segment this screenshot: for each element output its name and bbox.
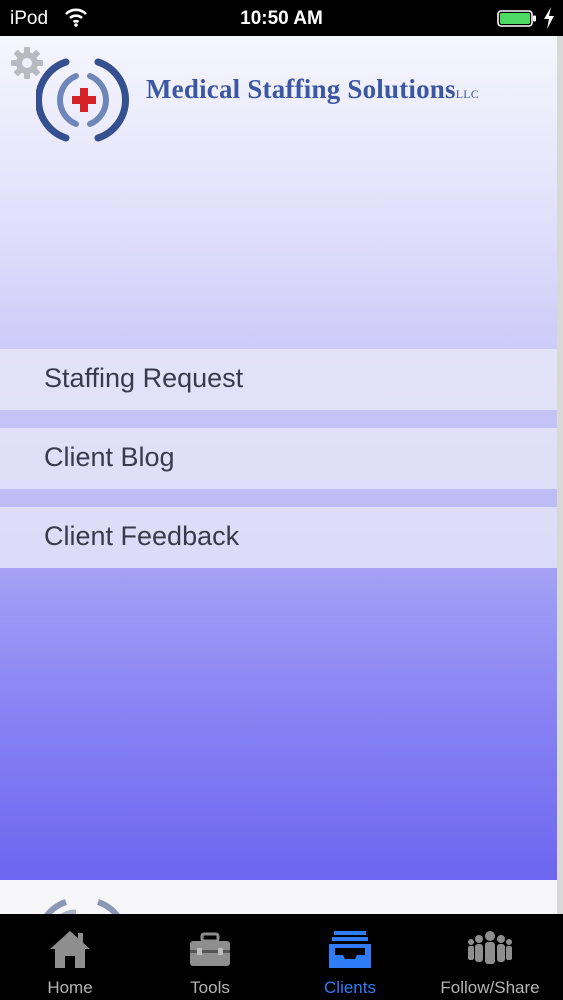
brand-title: Medical Staffing Solutions <box>146 74 456 104</box>
brand-suffix: LLC <box>455 87 479 101</box>
people-group-icon <box>468 931 512 964</box>
toolbox-icon <box>190 932 230 966</box>
medical-logo-icon <box>36 58 130 142</box>
menu-item-staffing-request[interactable]: Staffing Request <box>0 349 557 410</box>
tab-home[interactable]: Home <box>0 914 140 1000</box>
menu-separator <box>0 489 557 507</box>
menu-item-client-feedback[interactable]: Client Feedback <box>0 507 557 568</box>
tab-label: Clients <box>324 978 376 997</box>
status-bar: iPod 10:50 AM <box>0 0 563 36</box>
tab-label: Tools <box>190 978 230 997</box>
tab-follow-share[interactable]: Follow/Share <box>420 914 560 1000</box>
inbox-tray-icon <box>329 931 371 968</box>
footer-strip <box>0 880 557 914</box>
medical-logo-icon <box>44 899 120 914</box>
menu-item-label: Staffing Request <box>44 363 244 393</box>
brand-name: Medical Staffing SolutionsLLC <box>146 74 479 105</box>
menu-item-label: Client Feedback <box>44 521 240 551</box>
home-icon <box>50 931 90 968</box>
main-content: Medical Staffing SolutionsLLC Staffing R… <box>0 36 557 880</box>
menu-item-label: Client Blog <box>44 442 175 472</box>
tab-bar: Home Tools Clients Follow/Share <box>0 914 563 1000</box>
tab-tools[interactable]: Tools <box>140 914 280 1000</box>
tab-clients[interactable]: Clients <box>280 914 420 1000</box>
scroll-edge <box>557 36 563 914</box>
menu-separator <box>0 410 557 428</box>
battery-icon <box>497 10 536 27</box>
tab-label: Home <box>47 978 93 997</box>
menu-item-client-blog[interactable]: Client Blog <box>0 428 557 489</box>
tab-label: Follow/Share <box>440 978 540 997</box>
clock: 10:50 AM <box>240 8 323 29</box>
charging-bolt-icon <box>544 7 554 29</box>
